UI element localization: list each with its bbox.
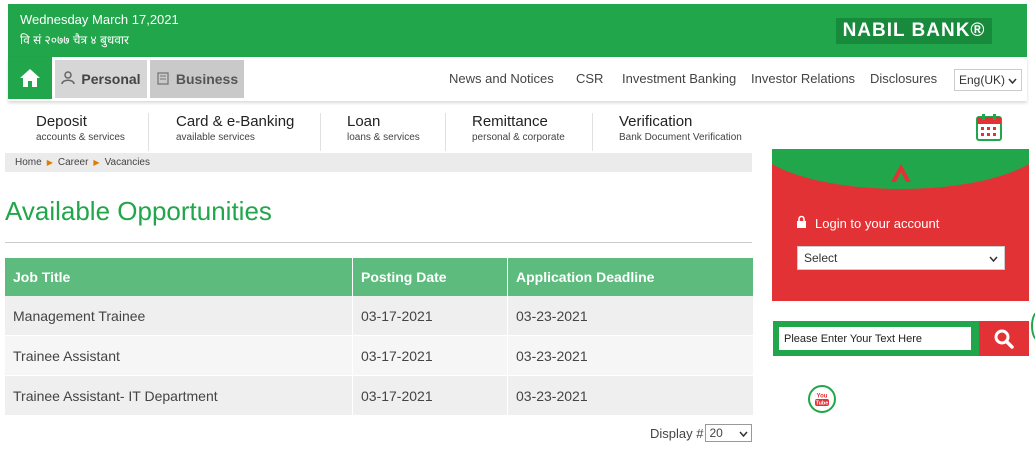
menu-divider (148, 113, 149, 151)
language-select[interactable]: Eng(UK) (954, 69, 1022, 91)
nabil-mark-icon (890, 163, 912, 188)
header-job-title: Job Title (5, 258, 353, 296)
menu-remittance-title: Remittance (472, 113, 548, 130)
date-english: Wednesday March 17,2021 (20, 12, 179, 27)
youtube-you-text: You (817, 394, 828, 400)
menu-remittance[interactable]: Remittance personal & corporate (472, 113, 565, 143)
job-title-cell[interactable]: Trainee Assistant- IT Department (5, 376, 353, 415)
lock-icon (796, 215, 807, 231)
home-button[interactable] (8, 57, 52, 99)
table-row[interactable]: Trainee Assistant- IT Department 03-17-2… (5, 376, 753, 416)
menu-verification[interactable]: Verification Bank Document Verification (619, 113, 742, 143)
menu-remittance-sub: personal & corporate (472, 132, 565, 143)
posting-date-cell: 03-17-2021 (353, 336, 508, 375)
menu-card-ebanking[interactable]: Card & e-Banking available services (176, 113, 294, 143)
personal-tab[interactable]: Personal (55, 60, 147, 98)
display-value: 20 (709, 426, 723, 440)
chevron-down-icon (1008, 73, 1017, 87)
business-label: Business (175, 71, 239, 87)
search-icon (994, 329, 1014, 349)
display-count-select[interactable]: 20 (705, 424, 753, 442)
youtube-tube-text: Tube (816, 401, 829, 407)
table-row[interactable]: Management Trainee 03-17-2021 03-23-2021 (5, 296, 753, 336)
link-investor-relations[interactable]: Investor Relations (751, 71, 855, 86)
breadcrumb: Home ▶ Career ▶ Vacancies (5, 153, 752, 172)
header-deadline: Application Deadline (516, 269, 655, 285)
deadline-cell: 03-23-2021 (516, 387, 588, 404)
deadline-cell: 03-23-2021 (516, 347, 588, 364)
menu-verification-title: Verification (619, 113, 693, 130)
menu-verification-sub: Bank Document Verification (619, 132, 742, 143)
divider (5, 242, 752, 243)
chevron-down-icon (739, 426, 749, 440)
display-count: Display # 20 (650, 424, 753, 442)
posting-date-cell: 03-17-2021 (353, 296, 508, 335)
breadcrumb-career[interactable]: Career (58, 157, 89, 168)
date-nepali: वि सं २०७७ चैत्र ४ बुधवार (20, 33, 129, 47)
menu-divider (445, 113, 446, 151)
chevron-right-icon: ▶ (46, 158, 53, 167)
menu-loan[interactable]: Loan loans & services (347, 113, 420, 143)
login-heading: Login to your account (796, 215, 939, 231)
vacancies-table: Job Title Posting Date Application Deadl… (5, 258, 753, 416)
deadline-cell: 03-23-2021 (516, 307, 588, 324)
breadcrumb-vacancies: Vacancies (104, 157, 150, 168)
table-header: Job Title Posting Date Application Deadl… (5, 258, 753, 296)
link-csr[interactable]: CSR (576, 71, 603, 86)
calendar-icon[interactable] (976, 113, 1002, 141)
menu-divider (320, 113, 321, 151)
language-value: Eng(UK) (959, 73, 1006, 87)
login-type-select[interactable]: Select (797, 246, 1005, 270)
chevron-down-icon (989, 251, 998, 265)
job-title-cell[interactable]: Trainee Assistant (5, 336, 353, 375)
business-tab[interactable]: Business (150, 60, 244, 98)
menu-card-title: Card & e-Banking (176, 113, 295, 130)
page-title: Available Opportunities (5, 196, 272, 226)
link-investment-banking[interactable]: Investment Banking (622, 71, 736, 86)
header-posting-date: Posting Date (353, 258, 508, 296)
menu-deposit-sub: accounts & services (36, 132, 125, 143)
table-row[interactable]: Trainee Assistant 03-17-2021 03-23-2021 (5, 336, 753, 376)
chat-widget-edge[interactable] (1031, 311, 1035, 341)
menu-divider (592, 113, 593, 151)
menu-deposit-title: Deposit (36, 113, 87, 130)
menu-loan-sub: loans & services (347, 132, 420, 143)
menu-loan-title: Loan (347, 113, 381, 130)
building-icon (156, 71, 170, 88)
search-button[interactable] (979, 321, 1029, 356)
nabil-bank-logo[interactable]: NABIL BANK® (836, 18, 992, 44)
home-icon (20, 69, 40, 87)
posting-date-cell: 03-17-2021 (353, 376, 508, 415)
menu-card-sub: available services (176, 132, 255, 143)
search-input[interactable] (779, 327, 971, 350)
personal-label: Personal (81, 71, 141, 87)
job-title-cell[interactable]: Management Trainee (5, 296, 353, 335)
login-label: Login to your account (815, 215, 940, 231)
chevron-right-icon: ▶ (93, 158, 100, 167)
link-disclosures[interactable]: Disclosures (870, 71, 937, 86)
youtube-icon[interactable]: You Tube (808, 385, 836, 413)
link-news-notices[interactable]: News and Notices (449, 71, 554, 86)
breadcrumb-home[interactable]: Home (15, 157, 42, 168)
user-icon (61, 70, 76, 88)
display-label: Display # (650, 425, 704, 441)
login-select-value: Select (804, 251, 838, 265)
menu-deposit[interactable]: Deposit accounts & services (36, 113, 125, 143)
login-panel: Login to your account Select (772, 149, 1029, 301)
